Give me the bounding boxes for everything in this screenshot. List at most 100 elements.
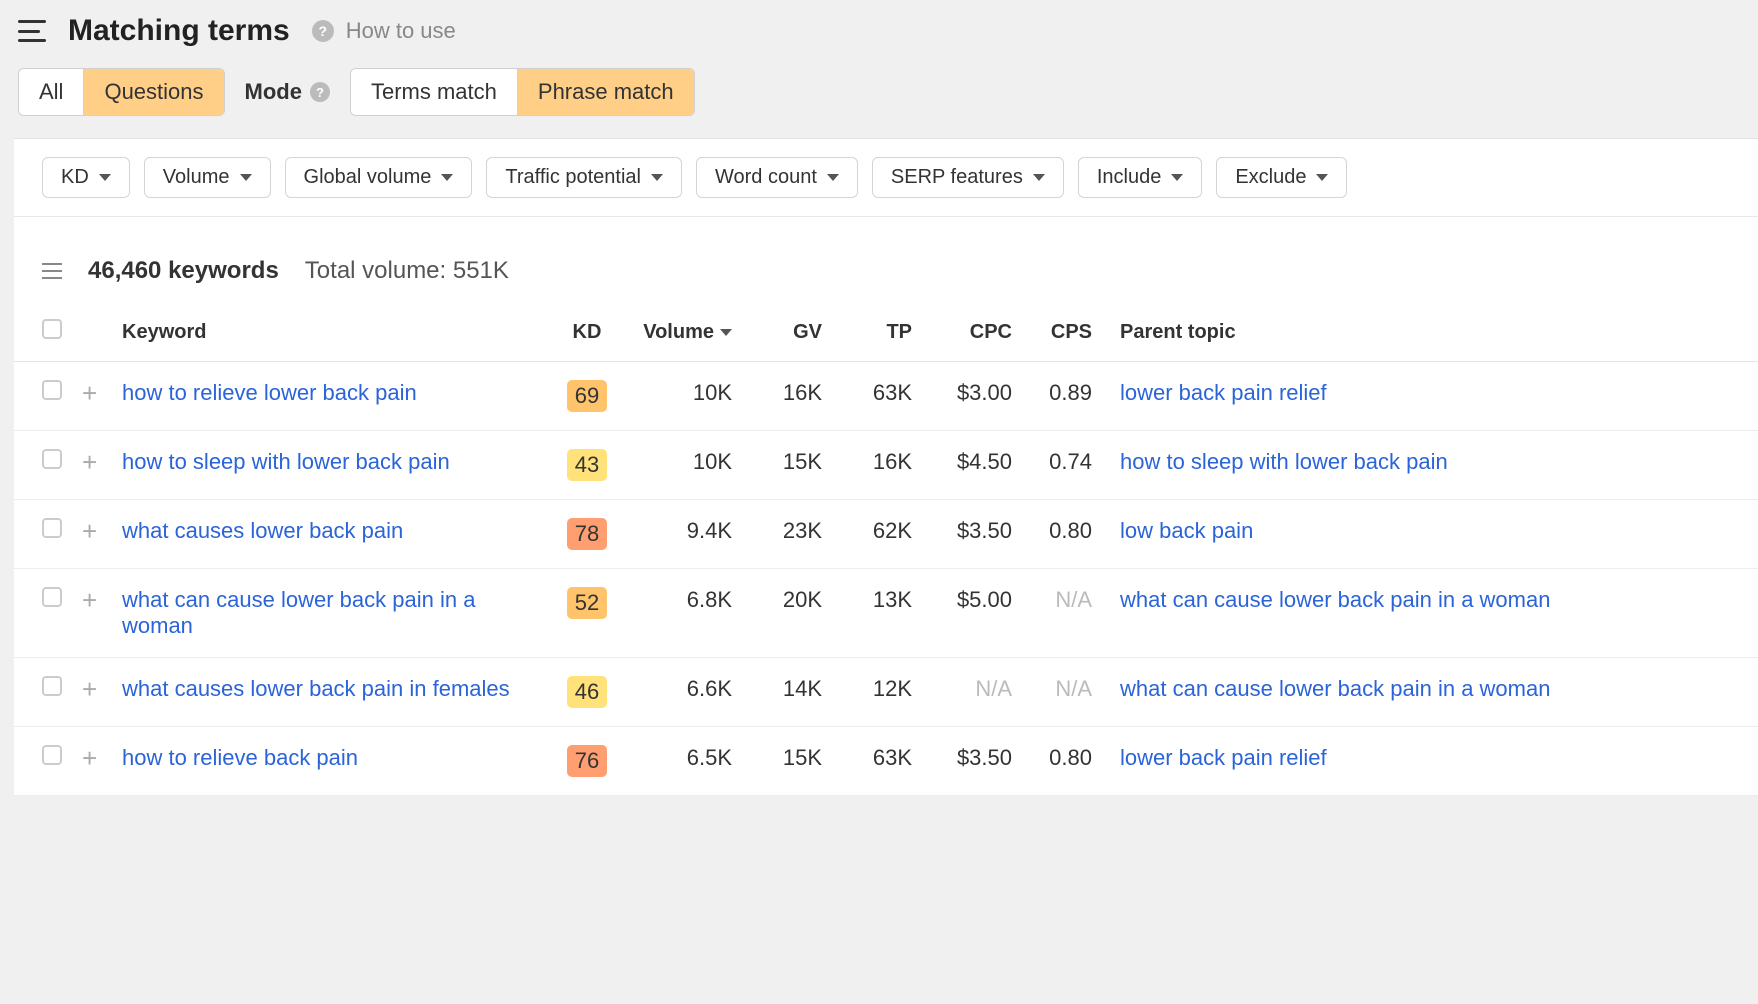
cell-volume: 10K [622,431,742,500]
row-checkbox[interactable] [42,745,62,765]
cell-gv: 14K [742,658,832,727]
sort-desc-icon [720,329,732,336]
mode-segment: Terms match Phrase match [350,68,695,116]
parent-topic-link[interactable]: lower back pain relief [1120,745,1327,770]
filter-global-volume[interactable]: Global volume [285,157,473,198]
col-parent-topic[interactable]: Parent topic [1102,303,1758,362]
chevron-down-icon [651,174,663,181]
row-checkbox[interactable] [42,587,62,607]
cell-gv: 15K [742,431,832,500]
cell-volume: 6.6K [622,658,742,727]
keywords-table: Keyword KD Volume GV TP CPC CPS Parent t… [14,303,1758,796]
cell-volume: 10K [622,362,742,431]
cell-cpc: $4.50 [922,431,1022,500]
parent-topic-link[interactable]: how to sleep with lower back pain [1120,449,1448,474]
col-keyword[interactable]: Keyword [112,303,552,362]
cell-tp: 16K [832,431,922,500]
help-icon[interactable]: ? [312,20,334,42]
cell-cps: N/A [1022,658,1102,727]
col-gv[interactable]: GV [742,303,832,362]
kd-badge: 43 [567,449,607,481]
expand-icon[interactable]: + [82,516,97,546]
chevron-down-icon [99,174,111,181]
filter-exclude[interactable]: Exclude [1216,157,1347,198]
cell-tp: 12K [832,658,922,727]
cell-gv: 23K [742,500,832,569]
parent-topic-link[interactable]: lower back pain relief [1120,380,1327,405]
row-checkbox[interactable] [42,676,62,696]
filter-include[interactable]: Include [1078,157,1203,198]
cell-cps: N/A [1022,569,1102,658]
cell-gv: 20K [742,569,832,658]
expand-icon[interactable]: + [82,674,97,704]
parent-topic-link[interactable]: what can cause lower back pain in a woma… [1120,587,1550,612]
table-row: + what causes lower back pain in females 4… [14,658,1758,727]
filter-questions[interactable]: Questions [83,69,223,115]
chevron-down-icon [240,174,252,181]
cell-cps: 0.80 [1022,727,1102,796]
cell-volume: 6.5K [622,727,742,796]
filter-traffic-potential[interactable]: Traffic potential [486,157,682,198]
row-checkbox[interactable] [42,518,62,538]
keyword-link[interactable]: what causes lower back pain [122,518,403,543]
cell-gv: 15K [742,727,832,796]
keyword-link[interactable]: what causes lower back pain in females [122,676,510,701]
table-row: + how to relieve back pain 76 6.5K15K63K$3.… [14,727,1758,796]
menu-icon[interactable] [18,20,46,42]
filter-kd[interactable]: KD [42,157,130,198]
cell-tp: 63K [832,727,922,796]
cell-cpc: $5.00 [922,569,1022,658]
keyword-link[interactable]: what can cause lower back pain in a woma… [122,587,475,638]
cell-cpc: $3.00 [922,362,1022,431]
select-all-checkbox[interactable] [42,319,62,339]
mode-phrase-match[interactable]: Phrase match [517,69,694,115]
table-row: + what can cause lower back pain in a wom… [14,569,1758,658]
cell-cpc: N/A [922,658,1022,727]
keyword-count: 46,460 keywords [88,257,279,285]
kd-badge: 76 [567,745,607,777]
expand-icon[interactable]: + [82,447,97,477]
cell-volume: 6.8K [622,569,742,658]
cell-cpc: $3.50 [922,727,1022,796]
row-checkbox[interactable] [42,380,62,400]
mode-terms-match[interactable]: Terms match [351,69,517,115]
filter-serp-features[interactable]: SERP features [872,157,1064,198]
expand-icon[interactable]: + [82,743,97,773]
row-checkbox[interactable] [42,449,62,469]
kd-badge: 52 [567,587,607,619]
col-cps[interactable]: CPS [1022,303,1102,362]
keyword-link[interactable]: how to sleep with lower back pain [122,449,450,474]
filter-word-count[interactable]: Word count [696,157,858,198]
col-kd[interactable]: KD [552,303,622,362]
page-title: Matching terms [68,14,290,48]
parent-topic-link[interactable]: low back pain [1120,518,1253,543]
cell-cps: 0.89 [1022,362,1102,431]
kd-badge: 78 [567,518,607,550]
cell-volume: 9.4K [622,500,742,569]
chevron-down-icon [1316,174,1328,181]
keyword-link[interactable]: how to relieve back pain [122,745,358,770]
chevron-down-icon [827,174,839,181]
table-row: + what causes lower back pain 78 9.4K23K62K… [14,500,1758,569]
mode-help-icon[interactable]: ? [310,82,330,102]
how-to-use-link[interactable]: How to use [346,18,456,44]
keyword-link[interactable]: how to relieve lower back pain [122,380,417,405]
keyword-type-segment: All Questions [18,68,225,116]
mode-label: Mode ? [245,79,330,105]
parent-topic-link[interactable]: what can cause lower back pain in a woma… [1120,676,1550,701]
cell-tp: 13K [832,569,922,658]
expand-icon[interactable]: + [82,378,97,408]
kd-badge: 46 [567,676,607,708]
filter-all[interactable]: All [19,69,83,115]
cell-cps: 0.80 [1022,500,1102,569]
expand-icon[interactable]: + [82,585,97,615]
col-tp[interactable]: TP [832,303,922,362]
list-options-icon[interactable] [42,263,62,279]
table-row: +how to sleep with lower back pain4310K1… [14,431,1758,500]
col-volume[interactable]: Volume [622,303,742,362]
chevron-down-icon [1171,174,1183,181]
table-row: +how to relieve lower back pain6910K16K6… [14,362,1758,431]
cell-tp: 62K [832,500,922,569]
col-cpc[interactable]: CPC [922,303,1022,362]
filter-volume[interactable]: Volume [144,157,271,198]
